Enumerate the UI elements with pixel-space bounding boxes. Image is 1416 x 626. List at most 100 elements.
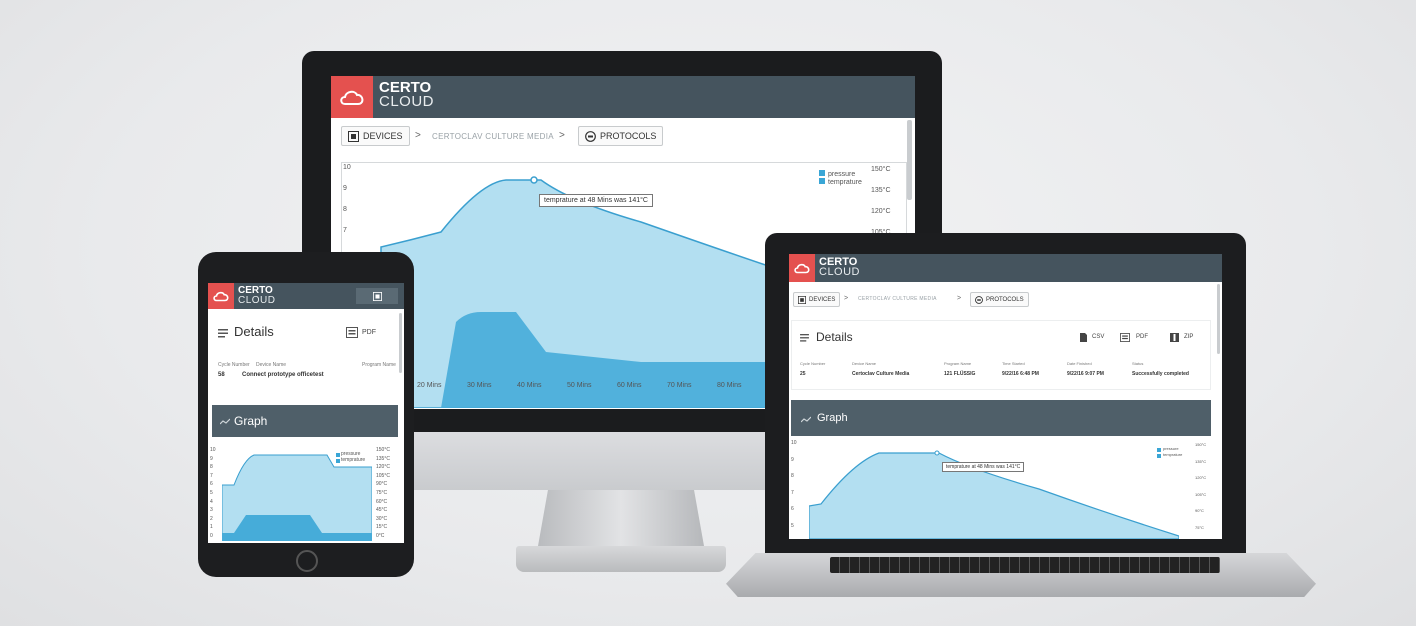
legend-temperature-swatch bbox=[1157, 454, 1161, 458]
details-column-value: Certoclav Culture Media bbox=[852, 371, 910, 377]
graph-icon bbox=[220, 418, 230, 425]
y-tick-label: 135°C bbox=[376, 455, 390, 462]
devices-button[interactable]: DEVICES bbox=[341, 126, 410, 146]
y-tick-label: 0°C bbox=[376, 533, 385, 539]
y-tick-label: 60°C bbox=[376, 498, 388, 505]
legend-pressure: pressure bbox=[1163, 446, 1179, 451]
y-tick-label: 90°C bbox=[1195, 508, 1204, 513]
y-tick-label: 7 bbox=[791, 489, 794, 496]
list-icon bbox=[218, 329, 228, 338]
list-icon bbox=[800, 334, 809, 342]
y-tick-label: 135°C bbox=[1195, 458, 1207, 464]
brand-name: CERTO CLOUD bbox=[819, 256, 861, 279]
y-tick-label: 150°C bbox=[871, 166, 891, 173]
y-tick-label: 9 bbox=[791, 456, 794, 463]
details-column-header: Date Finished bbox=[1067, 361, 1092, 366]
logo[interactable] bbox=[331, 76, 373, 118]
y-tick-label: 4 bbox=[210, 498, 213, 505]
protocols-button[interactable]: PROTOCOLS bbox=[578, 126, 664, 146]
device-name-value: Connect prototype officetest bbox=[242, 372, 324, 378]
device-icon bbox=[798, 295, 806, 304]
brand-name: CERTO CLOUD bbox=[379, 79, 435, 111]
y-tick-label: 0 bbox=[210, 533, 213, 539]
x-tick-label: 80 Mins bbox=[717, 382, 742, 389]
breadcrumb-device[interactable]: CERTOCLAV CULTURE MEDIA bbox=[858, 296, 937, 302]
csv-icon[interactable] bbox=[1080, 333, 1087, 342]
laptop-keyboard bbox=[830, 557, 1220, 573]
devices-label: DEVICES bbox=[363, 131, 403, 141]
logo[interactable] bbox=[208, 283, 234, 309]
y-tick-label: 15°C bbox=[376, 524, 388, 531]
csv-button[interactable]: CSV bbox=[1092, 334, 1104, 340]
pdf-button[interactable]: PDF bbox=[1136, 334, 1148, 340]
scrollbar[interactable] bbox=[399, 313, 402, 373]
col-device-name: Device Name bbox=[256, 362, 287, 368]
y-tick-label: 10 bbox=[343, 164, 351, 171]
scrollbar[interactable] bbox=[907, 120, 912, 200]
devices-button[interactable]: DEVICES bbox=[793, 292, 841, 307]
col-cycle-number: Cycle Number bbox=[218, 362, 250, 368]
details-column-value: 121 FLÜSSIG bbox=[944, 371, 976, 377]
breadcrumb-separator: > bbox=[559, 130, 565, 141]
legend-temperature: temprature bbox=[1163, 452, 1183, 457]
cloud-icon bbox=[340, 90, 364, 105]
col-program-name: Program Name bbox=[362, 362, 396, 368]
y-tick-label: 10 bbox=[210, 447, 216, 453]
y-tick-label: 150°C bbox=[1195, 442, 1207, 447]
app-header: CERTO CLOUD bbox=[331, 76, 915, 118]
scrollbar[interactable] bbox=[1217, 284, 1220, 354]
y-tick-label: 105°C bbox=[1195, 491, 1207, 497]
details-column-value: 9/22/16 9:07 PM bbox=[1067, 371, 1104, 377]
legend-temperature-swatch bbox=[336, 459, 340, 463]
legend-pressure-swatch bbox=[1157, 448, 1161, 452]
y-tick-label: 9 bbox=[343, 185, 347, 192]
menu-button[interactable] bbox=[356, 288, 398, 304]
details-column-value: 9/22/16 6:48 PM bbox=[1002, 371, 1039, 377]
details-title: Details bbox=[816, 330, 853, 344]
x-tick-label: 60 Mins bbox=[617, 382, 642, 389]
brand-name: CERTO CLOUD bbox=[238, 285, 276, 306]
protocols-button[interactable]: PROTOCOLS bbox=[970, 292, 1029, 307]
protocols-label: PROTOCOLS bbox=[986, 296, 1024, 303]
details-column-header: Program Name bbox=[944, 361, 972, 366]
chart-tooltip: temprature at 48 Mins was 141°C bbox=[942, 462, 1025, 472]
pdf-button[interactable]: PDF bbox=[362, 329, 376, 336]
y-tick-label: 1 bbox=[210, 524, 213, 531]
zip-button[interactable]: ZIP bbox=[1184, 334, 1193, 340]
y-tick-label: 6 bbox=[210, 481, 213, 488]
tablet-home-button[interactable] bbox=[296, 550, 318, 572]
pdf-icon[interactable] bbox=[346, 327, 358, 338]
legend-temperature: temprature bbox=[341, 457, 366, 463]
pdf-icon[interactable] bbox=[1120, 333, 1130, 342]
protocol-icon bbox=[585, 130, 596, 142]
breadcrumb-separator: > bbox=[957, 295, 962, 302]
x-tick-label: 40 Mins bbox=[517, 382, 542, 389]
logo[interactable] bbox=[789, 254, 815, 282]
y-tick-label: 9 bbox=[210, 455, 213, 462]
y-tick-label: 8 bbox=[210, 464, 213, 471]
details-card: Details CSV PDF ZIP Cycle Number 25 Device… bbox=[791, 320, 1211, 390]
zip-icon[interactable] bbox=[1170, 333, 1179, 342]
y-tick-label: 120°C bbox=[1195, 475, 1207, 480]
tooltip-point[interactable] bbox=[934, 450, 940, 456]
x-tick-label: 70 Mins bbox=[667, 382, 692, 389]
graph-title: Graph bbox=[234, 414, 268, 428]
x-tick-label: 30 Mins bbox=[467, 382, 492, 389]
y-tick-label: 45°C bbox=[376, 507, 388, 514]
y-tick-label: 120°C bbox=[871, 208, 891, 215]
device-icon bbox=[372, 291, 382, 301]
tooltip-point[interactable] bbox=[530, 176, 538, 184]
breadcrumb-device[interactable]: CERTOCLAV CULTURE MEDIA bbox=[432, 132, 554, 141]
y-tick-label: 75°C bbox=[376, 490, 388, 496]
y-tick-label: 5 bbox=[791, 522, 794, 529]
x-tick-label: 20 Mins bbox=[417, 382, 442, 389]
laptop-chart bbox=[809, 448, 1179, 539]
x-tick-label: 50 Mins bbox=[567, 382, 592, 389]
legend-pressure-swatch bbox=[819, 170, 825, 176]
y-tick-label: 8 bbox=[791, 473, 794, 479]
devices-label: DEVICES bbox=[809, 296, 836, 303]
y-tick-label: 6 bbox=[791, 506, 794, 512]
y-tick-label: 75°C bbox=[1195, 524, 1204, 530]
y-tick-label: 120°C bbox=[376, 464, 390, 471]
protocol-icon bbox=[975, 295, 983, 304]
